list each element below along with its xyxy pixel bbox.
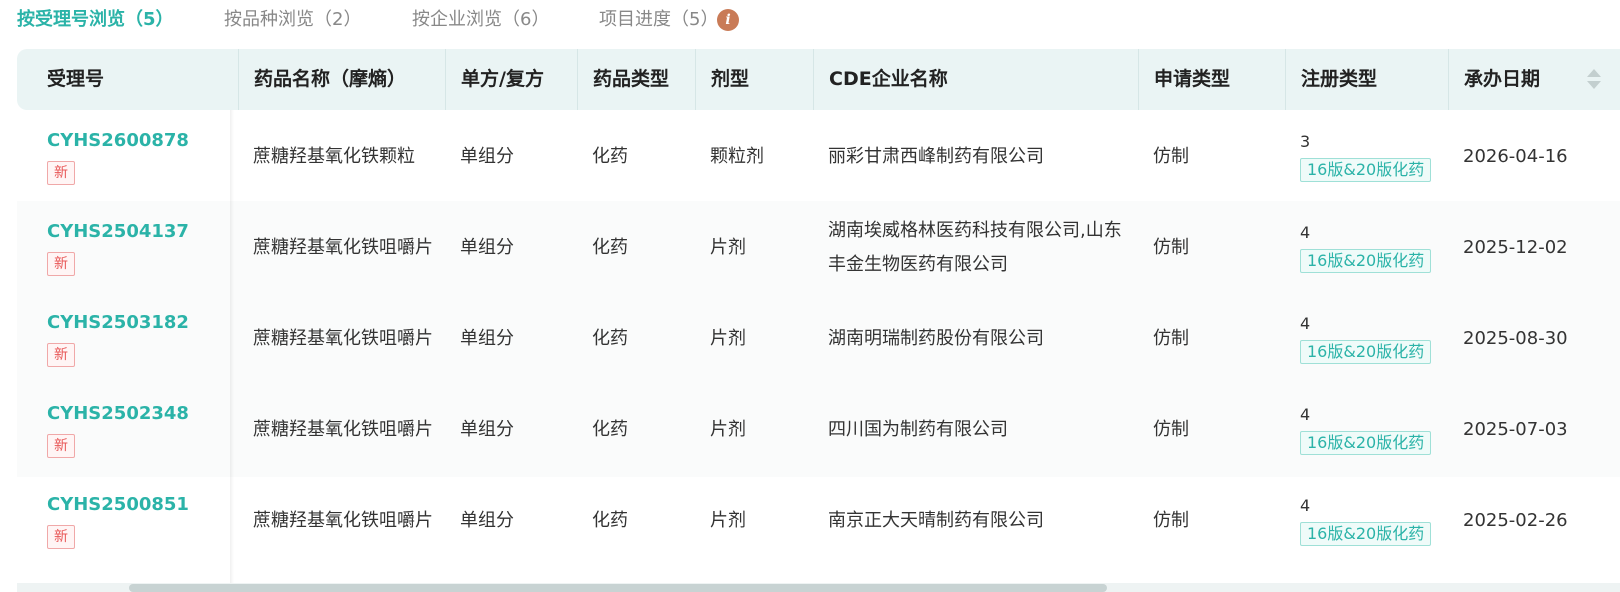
composition-cell: 单组分 bbox=[460, 146, 514, 167]
acceptance-no-link[interactable]: CYHS2503182 bbox=[47, 311, 189, 335]
drug-name-cell: 蔗糖羟基氧化铁咀嚼片 bbox=[253, 328, 433, 349]
registration-type-cell: 4 16版&20版化药 bbox=[1285, 292, 1448, 386]
horizontal-scrollbar-thumb[interactable] bbox=[129, 584, 1107, 592]
table-row: CYHS2500851 新 蔗糖羟基氧化铁咀嚼片 单组分 化药 片剂 南京正大天… bbox=[17, 474, 1620, 568]
application-type-cell: 仿制 bbox=[1153, 237, 1189, 258]
acceptance-no-link[interactable]: CYHS2504137 bbox=[47, 220, 189, 244]
acceptance-no-link[interactable]: CYHS2600878 bbox=[47, 129, 189, 153]
table-row: CYHS2504137 新 蔗糖羟基氧化铁咀嚼片 单组分 化药 片剂 湖南埃威格… bbox=[17, 201, 1620, 295]
registration-tag: 16版&20版化药 bbox=[1300, 340, 1432, 364]
acceptance-no-cell: CYHS2600878 新 bbox=[17, 110, 238, 204]
column-header-dosage-form: 剂型 bbox=[695, 49, 813, 110]
column-header-registration-type: 注册类型 bbox=[1285, 49, 1448, 110]
composition-cell: 单组分 bbox=[460, 237, 514, 258]
drug-type-cell: 化药 bbox=[592, 328, 628, 349]
new-badge: 新 bbox=[47, 161, 75, 185]
application-type-cell: 仿制 bbox=[1153, 146, 1189, 167]
composition-cell: 单组分 bbox=[460, 419, 514, 440]
acceptance-no-cell: CYHS2502348 新 bbox=[17, 383, 238, 477]
tab-by-acceptance-no[interactable]: 按受理号浏览（5） bbox=[17, 6, 174, 34]
tab-project-progress[interactable]: 项目进度（5） bbox=[599, 6, 718, 34]
application-type-cell: 仿制 bbox=[1153, 510, 1189, 531]
table-row: CYHS2600878 新 蔗糖羟基氧化铁颗粒 单组分 化药 颗粒剂 丽彩甘肃西… bbox=[17, 110, 1620, 204]
drug-name-cell: 蔗糖羟基氧化铁咀嚼片 bbox=[253, 419, 433, 440]
company-cell: 湖南埃威格林医药科技有限公司,山东丰金生物医药有限公司 bbox=[828, 220, 1122, 275]
drug-name-cell: 蔗糖羟基氧化铁咀嚼片 bbox=[253, 510, 433, 531]
registration-type-cell: 4 16版&20版化药 bbox=[1285, 474, 1448, 568]
company-cell: 四川国为制药有限公司 bbox=[828, 419, 1008, 440]
registration-type-cell: 4 16版&20版化药 bbox=[1285, 383, 1448, 477]
dosage-form-cell: 片剂 bbox=[710, 237, 746, 258]
composition-cell: 单组分 bbox=[460, 510, 514, 531]
registration-type-cell: 4 16版&20版化药 bbox=[1285, 201, 1448, 295]
view-tabs: 按受理号浏览（5） 按品种浏览（2） 按企业浏览（6） 项目进度（5） i bbox=[0, 0, 1620, 48]
acceptance-no-cell: CYHS2504137 新 bbox=[17, 201, 238, 295]
column-header-composition: 单方/复方 bbox=[445, 49, 577, 110]
new-badge: 新 bbox=[47, 434, 75, 458]
acceptance-no-cell: CYHS2500851 新 bbox=[17, 474, 238, 568]
drug-type-cell: 化药 bbox=[592, 237, 628, 258]
acceptance-no-link[interactable]: CYHS2502348 bbox=[47, 402, 189, 426]
date-cell: 2025-12-02 bbox=[1463, 237, 1568, 258]
column-header-acceptance-no: 受理号 bbox=[47, 68, 105, 90]
table-header: 受理号 药品名称（摩熵） 单方/复方 药品类型 剂型 CDE企业名称 申请类型 … bbox=[17, 49, 1620, 110]
registration-tag: 16版&20版化药 bbox=[1300, 249, 1432, 273]
registration-class: 4 bbox=[1300, 405, 1311, 424]
acceptance-no-link[interactable]: CYHS2500851 bbox=[47, 493, 189, 517]
table-row: CYHS2503182 新 蔗糖羟基氧化铁咀嚼片 单组分 化药 片剂 湖南明瑞制… bbox=[17, 292, 1620, 386]
registration-class: 3 bbox=[1300, 132, 1311, 151]
date-cell: 2025-02-26 bbox=[1463, 510, 1568, 531]
registration-class: 4 bbox=[1300, 496, 1311, 515]
dosage-form-cell: 片剂 bbox=[710, 510, 746, 531]
dosage-form-cell: 片剂 bbox=[710, 419, 746, 440]
drug-type-cell: 化药 bbox=[592, 510, 628, 531]
sort-icon[interactable] bbox=[1587, 67, 1601, 93]
company-cell: 南京正大天晴制药有限公司 bbox=[828, 510, 1044, 531]
application-type-cell: 仿制 bbox=[1153, 328, 1189, 349]
registration-tag: 16版&20版化药 bbox=[1300, 522, 1432, 546]
new-badge: 新 bbox=[47, 343, 75, 367]
drug-name-cell: 蔗糖羟基氧化铁咀嚼片 bbox=[253, 237, 433, 258]
acceptance-table: 受理号 药品名称（摩熵） 单方/复方 药品类型 剂型 CDE企业名称 申请类型 … bbox=[17, 49, 1620, 592]
table-row: CYHS2502348 新 蔗糖羟基氧化铁咀嚼片 单组分 化药 片剂 四川国为制… bbox=[17, 383, 1620, 477]
registration-tag: 16版&20版化药 bbox=[1300, 158, 1432, 182]
registration-class: 4 bbox=[1300, 223, 1311, 242]
drug-type-cell: 化药 bbox=[592, 419, 628, 440]
new-badge: 新 bbox=[47, 525, 75, 549]
registration-class: 4 bbox=[1300, 314, 1311, 333]
tab-by-variety[interactable]: 按品种浏览（2） bbox=[224, 6, 361, 34]
company-cell: 丽彩甘肃西峰制药有限公司 bbox=[828, 146, 1044, 167]
application-type-cell: 仿制 bbox=[1153, 419, 1189, 440]
fixed-column-shadow bbox=[230, 110, 234, 590]
drug-name-cell: 蔗糖羟基氧化铁颗粒 bbox=[253, 146, 415, 167]
dosage-form-cell: 片剂 bbox=[710, 328, 746, 349]
composition-cell: 单组分 bbox=[460, 328, 514, 349]
date-cell: 2025-08-30 bbox=[1463, 328, 1568, 349]
column-header-drug-type: 药品类型 bbox=[577, 49, 695, 110]
company-cell: 湖南明瑞制药股份有限公司 bbox=[828, 328, 1044, 349]
column-header-application-type: 申请类型 bbox=[1138, 49, 1285, 110]
info-icon[interactable]: i bbox=[717, 9, 739, 31]
date-cell: 2025-07-03 bbox=[1463, 419, 1568, 440]
column-header-company: CDE企业名称 bbox=[813, 49, 1138, 110]
registration-tag: 16版&20版化药 bbox=[1300, 431, 1432, 455]
acceptance-no-cell: CYHS2503182 新 bbox=[17, 292, 238, 386]
tab-by-company[interactable]: 按企业浏览（6） bbox=[412, 6, 549, 34]
registration-type-cell: 3 16版&20版化药 bbox=[1285, 110, 1448, 204]
new-badge: 新 bbox=[47, 252, 75, 276]
column-header-drug-name: 药品名称（摩熵） bbox=[238, 49, 445, 110]
drug-type-cell: 化药 bbox=[592, 146, 628, 167]
dosage-form-cell: 颗粒剂 bbox=[710, 146, 764, 167]
date-cell: 2026-04-16 bbox=[1463, 146, 1568, 167]
